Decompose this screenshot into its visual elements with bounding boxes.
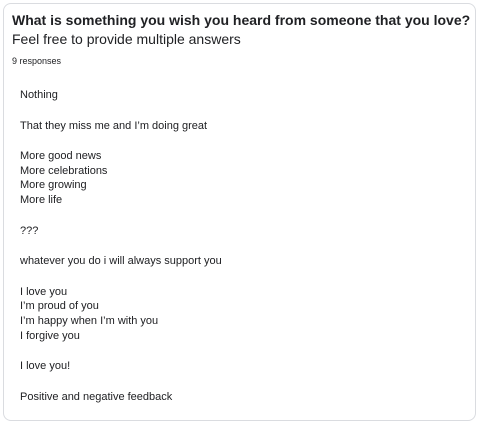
response-text: I love you <box>20 285 68 298</box>
response-text: I love you! <box>20 360 71 373</box>
response-text: I’m happy when I’m with you <box>20 314 159 327</box>
response-item: Positive and negative feedback <box>20 382 460 413</box>
question-card: What is something you wish you heard fro… <box>3 3 476 421</box>
response-text: Nothing <box>20 89 58 101</box>
response-list[interactable]: Nothing That they miss me and I’m doing g… <box>20 80 460 418</box>
response-text: I’m proud of you <box>20 300 99 313</box>
question-description: Feel free to provide multiple answers <box>12 31 241 47</box>
response-item: More good news More celebrations More grow… <box>20 141 460 215</box>
response-text: whatever you do i will always support yo… <box>20 255 222 268</box>
response-item: Nothing <box>20 80 460 111</box>
response-count: 9 responses <box>12 56 62 66</box>
question-title: What is something you wish you heard fro… <box>12 12 471 28</box>
response-item: I love you I’m proud of you I’m happy when… <box>20 277 460 351</box>
response-text: More growing <box>20 179 87 192</box>
question-header: What is something you wish you heard fro… <box>4 4 475 67</box>
response-text: More good news <box>20 150 102 163</box>
response-text: More celebrations <box>20 164 108 177</box>
response-item: I love you! <box>20 351 460 382</box>
response-item: whatever you do i will always support yo… <box>20 246 460 277</box>
response-text: I forgive you <box>20 329 80 342</box>
response-text: ??? <box>20 224 39 237</box>
response-text: That they miss me and I’m doing great <box>20 119 208 132</box>
response-item: That they miss me and I’m doing great <box>20 111 460 142</box>
response-text: Positive and negative feedback <box>20 390 173 403</box>
response-text: More life <box>20 193 63 206</box>
response-item: ??? <box>20 216 460 247</box>
